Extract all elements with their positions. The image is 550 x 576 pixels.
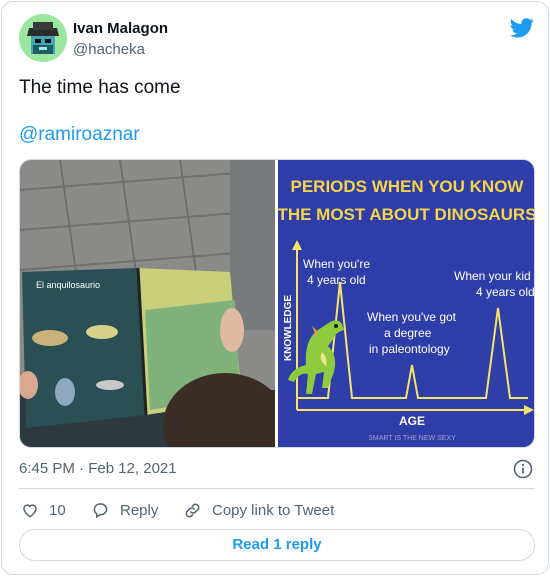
peak1-label-line1: When you're: [303, 257, 370, 271]
peak1-label-line2: 4 years old: [307, 273, 366, 287]
read-replies-button[interactable]: Read 1 reply: [19, 529, 535, 561]
author-name[interactable]: Ivan Malagon: [73, 20, 168, 37]
peak3-label-line2: 4 years old: [476, 285, 535, 299]
tweet-card: Ivan Malagon @hacheka The time has come …: [1, 1, 549, 575]
info-icon[interactable]: [513, 459, 533, 479]
peak3-label-line1: When your kid: [454, 269, 531, 283]
mention-link[interactable]: @ramiroaznar: [19, 124, 140, 146]
avatar[interactable]: [19, 14, 67, 62]
link-icon: [185, 503, 200, 517]
book-title: El anquilosaurio: [36, 280, 100, 290]
reply-label: Reply: [120, 501, 159, 519]
like-count: 10: [49, 501, 66, 519]
reply-bubble-icon: [93, 503, 108, 519]
tweet-text: The time has come: [19, 77, 181, 98]
peak2-label-line2: a degree: [384, 326, 432, 340]
meme-title-line2: THE MOST ABOUT DINOSAURS: [278, 205, 535, 224]
copy-link-button[interactable]: Copy link to Tweet: [183, 499, 334, 521]
peak2-label-line1: When you've got: [367, 310, 457, 324]
dinosaur-book-photo[interactable]: El anquilosaurio: [20, 160, 275, 448]
author-handle[interactable]: @hacheka: [73, 41, 145, 58]
twitter-bird-icon[interactable]: [510, 17, 534, 39]
media-grid[interactable]: El anquilosaurio PERIODS WHEN YOU KNOW T…: [19, 159, 535, 448]
pixel-art-avatar-icon: [19, 14, 67, 62]
like-button[interactable]: 10: [21, 499, 66, 521]
dinosaur-meme-image[interactable]: PERIODS WHEN YOU KNOW THE MOST ABOUT DIN…: [278, 160, 535, 448]
peak2-label-line3: in paleontology: [369, 342, 450, 356]
divider: [19, 488, 535, 489]
reply-button[interactable]: Reply: [91, 499, 158, 521]
tweet-timestamp[interactable]: 6:45 PM · Feb 12, 2021: [19, 460, 177, 477]
heart-icon: [23, 504, 37, 518]
meme-y-label: KNOWLEDGE: [283, 295, 294, 361]
copy-link-label: Copy link to Tweet: [212, 501, 335, 519]
meme-title-line1: PERIODS WHEN YOU KNOW: [291, 177, 525, 196]
meme-x-label: AGE: [399, 414, 425, 428]
meme-watermark: SMART IS THE NEW SEXY: [368, 435, 456, 442]
